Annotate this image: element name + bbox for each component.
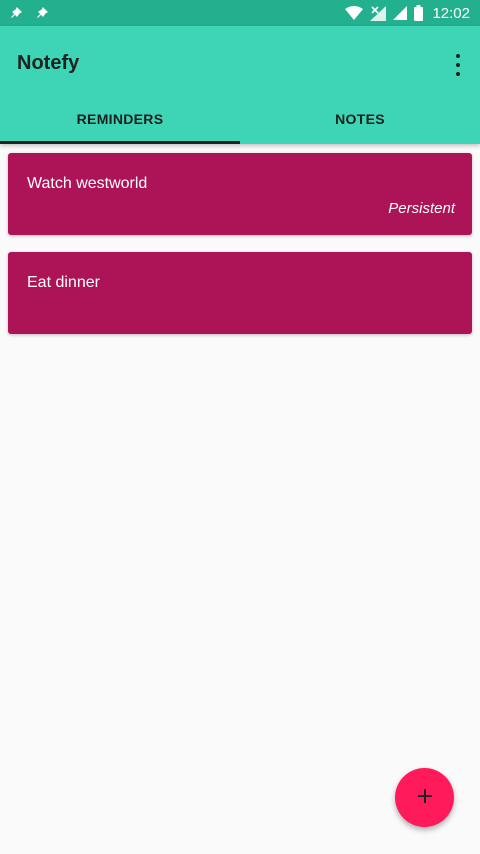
app-bar: Notefy REMINDERS NOTES: [0, 26, 480, 144]
add-icon: [417, 788, 433, 808]
pin-icon: [36, 7, 48, 19]
tab-reminders[interactable]: REMINDERS: [0, 94, 240, 144]
tab-bar: REMINDERS NOTES: [0, 94, 480, 144]
reminder-list: Watch westworld Persistent Eat dinner: [8, 153, 472, 351]
app-title: Notefy: [17, 52, 80, 74]
wifi-icon: [345, 6, 364, 20]
reminder-title: Eat dinner: [27, 274, 100, 291]
tab-label: NOTES: [335, 111, 385, 127]
reminder-tag: Persistent: [388, 200, 455, 217]
signal-no-data-icon: [370, 5, 387, 21]
reminder-card[interactable]: Watch westworld Persistent: [8, 153, 472, 235]
status-notifications: [10, 7, 48, 19]
tab-indicator: [0, 141, 240, 144]
signal-icon: [393, 6, 408, 20]
battery-icon: [414, 5, 424, 21]
tab-label: REMINDERS: [76, 111, 164, 127]
reminder-title: Watch westworld: [27, 175, 148, 192]
status-bar: 12:02: [0, 0, 480, 26]
pin-icon: [10, 7, 22, 19]
tab-notes[interactable]: NOTES: [240, 94, 480, 144]
status-time: 12:02: [432, 4, 470, 22]
add-reminder-button[interactable]: [395, 768, 454, 827]
reminder-card[interactable]: Eat dinner: [8, 252, 472, 334]
more-vert-icon[interactable]: [452, 54, 464, 76]
status-system: 12:02: [345, 5, 470, 22]
